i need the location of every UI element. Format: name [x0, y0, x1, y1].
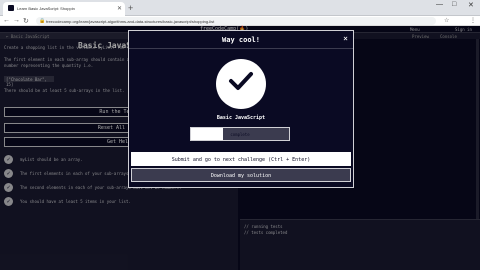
fcc-favicon-icon [8, 5, 14, 11]
window-close-button[interactable]: ✕ [468, 1, 474, 9]
modal-header: Way cool! × [129, 31, 353, 49]
minimize-button[interactable]: — [436, 1, 443, 8]
browser-tab[interactable]: Learn Basic JavaScript: Shoppin ✕ [3, 2, 125, 16]
url-text: freecodecamp.org/learn/javascript-algori… [46, 19, 215, 24]
reload-icon[interactable]: ↻ [23, 17, 29, 25]
maximize-button[interactable]: □ [452, 1, 456, 8]
close-icon[interactable]: × [343, 34, 348, 43]
submit-next-button[interactable]: Submit and go to next challenge (Ctrl + … [131, 152, 351, 166]
progress-bar: complete [190, 127, 290, 141]
download-solution-button[interactable]: Download my solution [131, 168, 351, 182]
completion-modal: Way cool! × Basic JavaScript complete Su… [128, 30, 354, 188]
new-tab-button[interactable]: + [128, 3, 133, 13]
bookmark-star-icon[interactable]: ☆ [444, 17, 449, 24]
modal-title: Way cool! [222, 36, 260, 44]
browser-tab-bar: Learn Basic JavaScript: Shoppin ✕ + — □ … [0, 0, 480, 16]
forward-icon[interactable]: → [13, 17, 20, 24]
browser-menu-icon[interactable]: ⋮ [470, 17, 476, 24]
address-bar-row: ← → ↻ 🔒 freecodecamp.org/learn/javascrip… [0, 16, 480, 26]
url-bar[interactable]: 🔒 freecodecamp.org/learn/javascript-algo… [36, 17, 436, 25]
tab-title: Learn Basic JavaScript: Shoppin [17, 6, 75, 11]
back-icon[interactable]: ← [3, 17, 10, 24]
lock-icon: 🔒 [39, 18, 46, 24]
certification-title: Basic JavaScript [216, 115, 266, 121]
tab-close-icon[interactable]: ✕ [117, 5, 122, 12]
success-check-icon [216, 59, 266, 109]
progress-text: complete [230, 132, 250, 137]
